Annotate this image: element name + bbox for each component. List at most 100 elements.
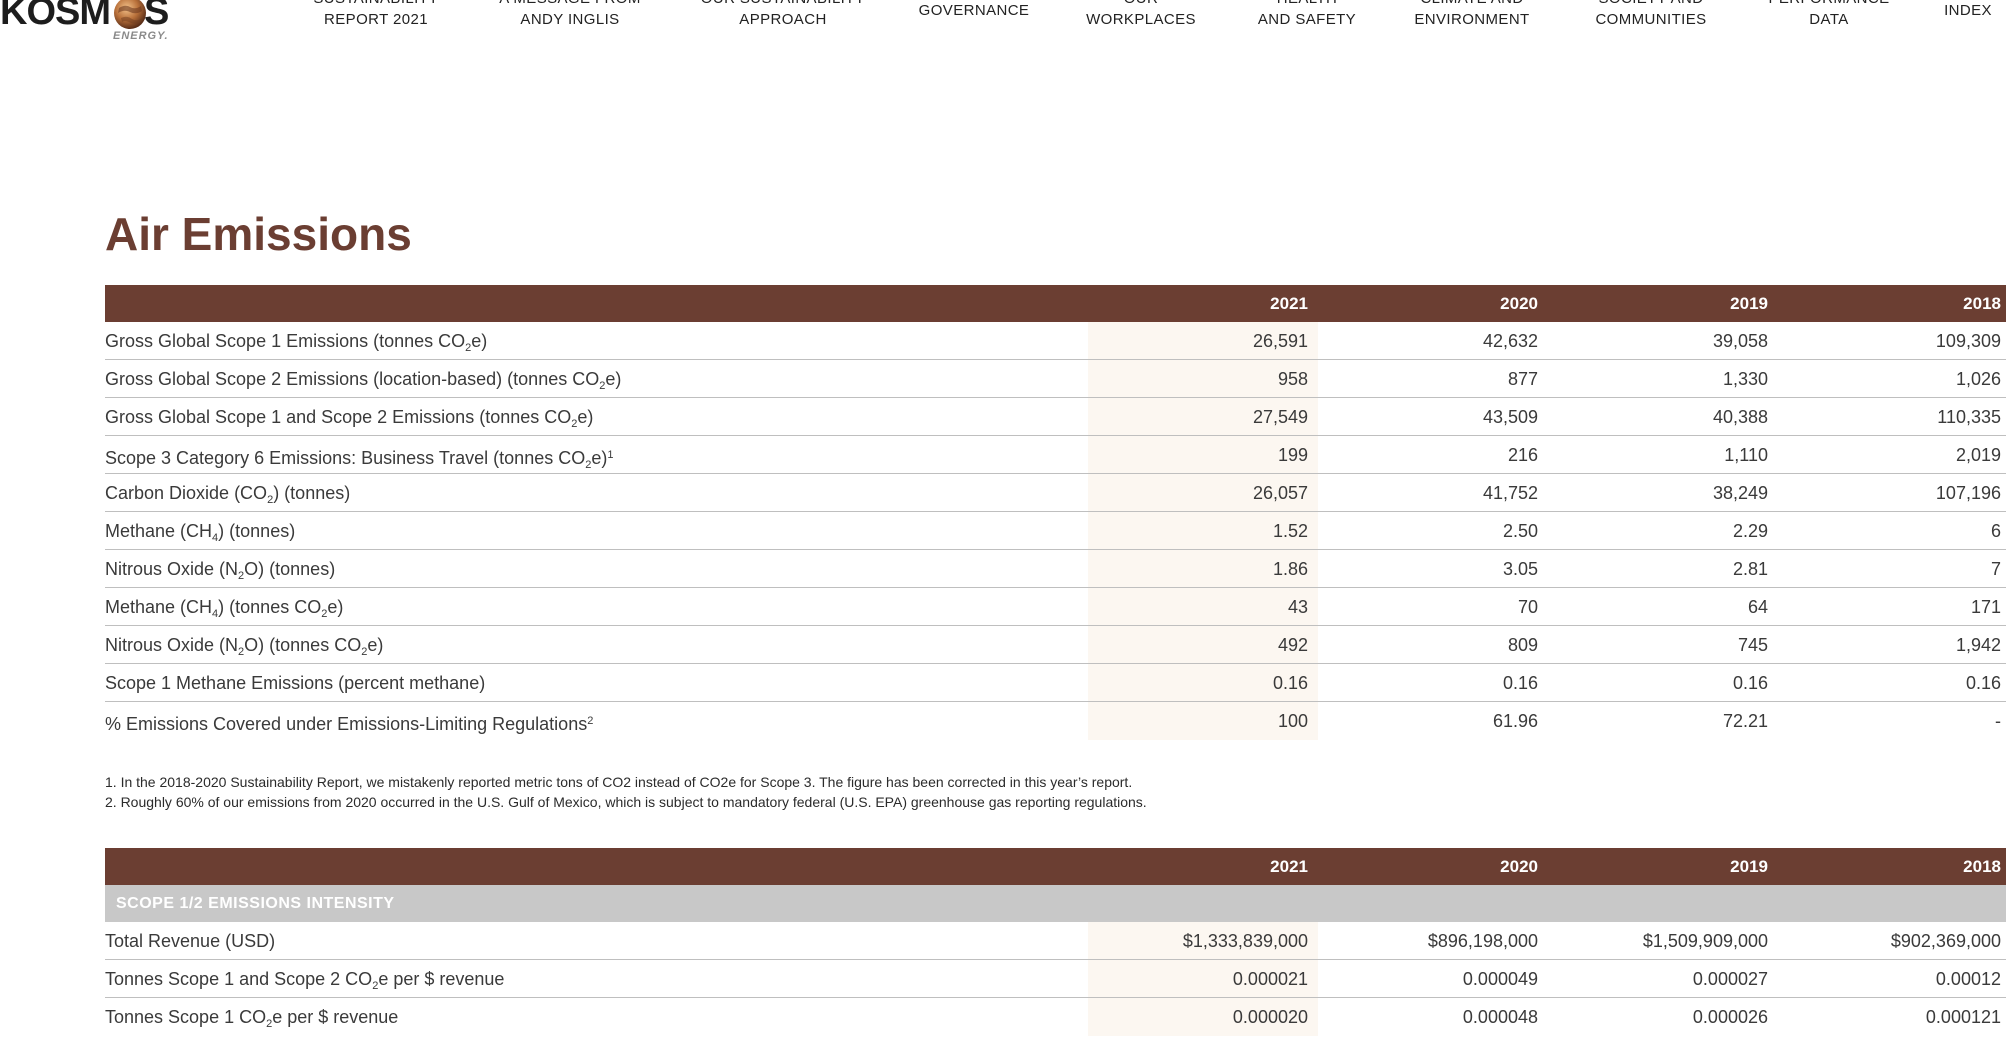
cell-2018: 0.00012 <box>1935 969 2001 989</box>
label-text: ) (tonnes) <box>273 483 351 503</box>
table-row: Tonnes Scope 1 and Scope 2 CO2e per $ re… <box>105 960 2006 998</box>
cell-2019: $1,509,909,000 <box>1642 931 1768 951</box>
nav-performance-data[interactable]: PERFORMANCEDATA <box>1760 0 1898 30</box>
cell-2018: 2,019 <box>1955 445 2001 465</box>
table-row: % Emissions Covered under Emissions-Limi… <box>105 702 2006 740</box>
footnote-2: 2. Roughly 60% of our emissions from 202… <box>105 794 1147 810</box>
cell-2021: 27,549 <box>1252 407 1308 427</box>
column-header-2021: 2021 <box>1270 294 1308 313</box>
table-body: Total Revenue (USD) $1,333,839,000 $896,19… <box>105 922 2006 1036</box>
cell-2018: 110,335 <box>1937 407 2001 427</box>
label-text: e per $ revenue <box>272 1007 399 1027</box>
label-text: Gross Global Scope 1 Emissions (tonnes C… <box>105 331 466 351</box>
label-text: e) <box>591 448 608 468</box>
nav-sustainability-report[interactable]: SUSTAINABILITYREPORT 2021 <box>300 0 452 30</box>
row-label: % Emissions Covered under Emissions-Limi… <box>105 702 593 743</box>
label-text: Tonnes Scope 1 and Scope 2 CO <box>105 969 373 989</box>
label-text: % Emissions Covered under Emissions-Limi… <box>105 714 588 734</box>
cell-2019: 0.000027 <box>1692 969 1768 989</box>
label-text: ) (tonnes CO <box>218 597 322 617</box>
label-text: O) (tonnes CO <box>244 635 362 655</box>
cell-2020: 216 <box>1507 445 1538 465</box>
cell-2020: 42,632 <box>1482 331 1538 351</box>
cell-2021: 100 <box>1277 711 1308 731</box>
table-row: Tonnes Scope 1 CO2e per $ revenue 0.00002… <box>105 998 2006 1036</box>
column-header-2019: 2019 <box>1730 294 1768 313</box>
cell-2019: 39,058 <box>1712 331 1768 351</box>
footnote-marker[interactable]: 2 <box>587 715 593 727</box>
column-header-2018: 2018 <box>1963 857 2001 876</box>
label-text: Gross Global Scope 1 and Scope 2 Emissio… <box>105 407 572 427</box>
cell-2018: 1,942 <box>1955 635 2001 655</box>
column-header-2019: 2019 <box>1730 857 1768 876</box>
section-heading-intensity: SCOPE 1/2 EMISSIONS INTENSITY <box>105 885 2006 922</box>
label-text: Gross Global Scope 2 Emissions (location… <box>105 369 600 389</box>
nav-health-and-safety[interactable]: HEALTHAND SAFETY <box>1246 0 1368 30</box>
cell-2018: 109,309 <box>1935 331 2001 351</box>
cell-2021: 0.000020 <box>1232 1007 1308 1027</box>
nav-sustainability-approach[interactable]: OUR SUSTAINABILITYAPPROACH <box>690 0 876 30</box>
nav-climate-and-environment[interactable]: CLIMATE ANDENVIRONMENT <box>1404 0 1540 30</box>
row-label: Scope 1 Methane Emissions (percent metha… <box>105 664 485 702</box>
cell-2021: 26,057 <box>1252 483 1308 503</box>
column-header-2018: 2018 <box>1963 294 2001 313</box>
nav-society-and-communities[interactable]: SOCIETY ANDCOMMUNITIES <box>1586 0 1716 30</box>
label-text: e) <box>577 407 594 427</box>
label-text: Nitrous Oxide (N <box>105 559 239 579</box>
cell-2020: 0.000049 <box>1462 969 1538 989</box>
nav-index[interactable]: INDEX <box>1936 0 2000 21</box>
label-text: Carbon Dioxide (CO <box>105 483 268 503</box>
cell-2021: $1,333,839,000 <box>1182 931 1308 951</box>
cell-2018: 107,196 <box>1935 483 2001 503</box>
nav-message-andy-inglis[interactable]: A MESSAGE FROMANDY INGLIS <box>488 0 652 30</box>
cell-2019: 0.16 <box>1732 673 1768 693</box>
table-row: Methane (CH4) (tonnes) 1.52 2.50 2.29 6 <box>105 512 2006 550</box>
label-text: e) <box>471 331 488 351</box>
label-text: ) (tonnes) <box>218 521 296 541</box>
table-header: 2021 2020 2019 2018 <box>105 285 2006 322</box>
cell-2021: 43 <box>1287 597 1308 617</box>
cell-2021: 958 <box>1277 369 1308 389</box>
table-row: Total Revenue (USD) $1,333,839,000 $896,19… <box>105 922 2006 960</box>
nav-our-workplaces[interactable]: OURWORKPLACES <box>1076 0 1206 30</box>
label-text: e) <box>605 369 622 389</box>
cell-2019: 38,249 <box>1712 483 1768 503</box>
table-row: Nitrous Oxide (N2O) (tonnes) 1.86 3.05 2.81… <box>105 550 2006 588</box>
column-header-2020: 2020 <box>1500 857 1538 876</box>
label-text: O) (tonnes) <box>244 559 336 579</box>
label-text: Total Revenue (USD) <box>105 931 276 951</box>
cell-2019: 2.81 <box>1732 559 1768 579</box>
label-text: Nitrous Oxide (N <box>105 635 239 655</box>
page-title: Air Emissions <box>105 208 412 260</box>
row-label: Total Revenue (USD) <box>105 922 275 960</box>
table-row: Gross Global Scope 1 and Scope 2 Emissio… <box>105 398 2006 436</box>
cell-2019: 0.000026 <box>1692 1007 1768 1027</box>
cell-2021: 0.000021 <box>1232 969 1308 989</box>
footnote-marker[interactable]: 1 <box>607 449 613 461</box>
cell-2019: 1,330 <box>1722 369 1768 389</box>
cell-2018: 171 <box>1970 597 2001 617</box>
nav-governance[interactable]: GOVERNANCE <box>910 0 1038 21</box>
column-header-2021: 2021 <box>1270 857 1308 876</box>
table-row: Scope 3 Category 6 Emissions: Business T… <box>105 436 2006 474</box>
cell-2021: 26,591 <box>1252 331 1308 351</box>
column-header-2020: 2020 <box>1500 294 1538 313</box>
cell-2020: 3.05 <box>1502 559 1538 579</box>
label-text: Scope 3 Category 6 Emissions: Business T… <box>105 448 586 468</box>
label-text: e per $ revenue <box>378 969 505 989</box>
label-text: Methane (CH <box>105 597 213 617</box>
cell-2020: 70 <box>1517 597 1538 617</box>
cell-2019: 40,388 <box>1712 407 1768 427</box>
cell-2018: 6 <box>1990 521 2001 541</box>
cell-2021: 1.86 <box>1272 559 1308 579</box>
footnotes: 1. In the 2018-2020 Sustainability Repor… <box>105 772 1147 812</box>
cell-2018: 0.000121 <box>1925 1007 2001 1027</box>
cell-2020: 877 <box>1507 369 1538 389</box>
cell-2018: - <box>1995 711 2001 731</box>
table-row: Gross Global Scope 2 Emissions (location… <box>105 360 2006 398</box>
cell-2020: 0.000048 <box>1462 1007 1538 1027</box>
cell-2019: 2.29 <box>1732 521 1768 541</box>
cell-2021: 1.52 <box>1272 521 1308 541</box>
cell-2020: 43,509 <box>1482 407 1538 427</box>
table-row: Methane (CH4) (tonnes CO2e) 43 70 64 171 <box>105 588 2006 626</box>
